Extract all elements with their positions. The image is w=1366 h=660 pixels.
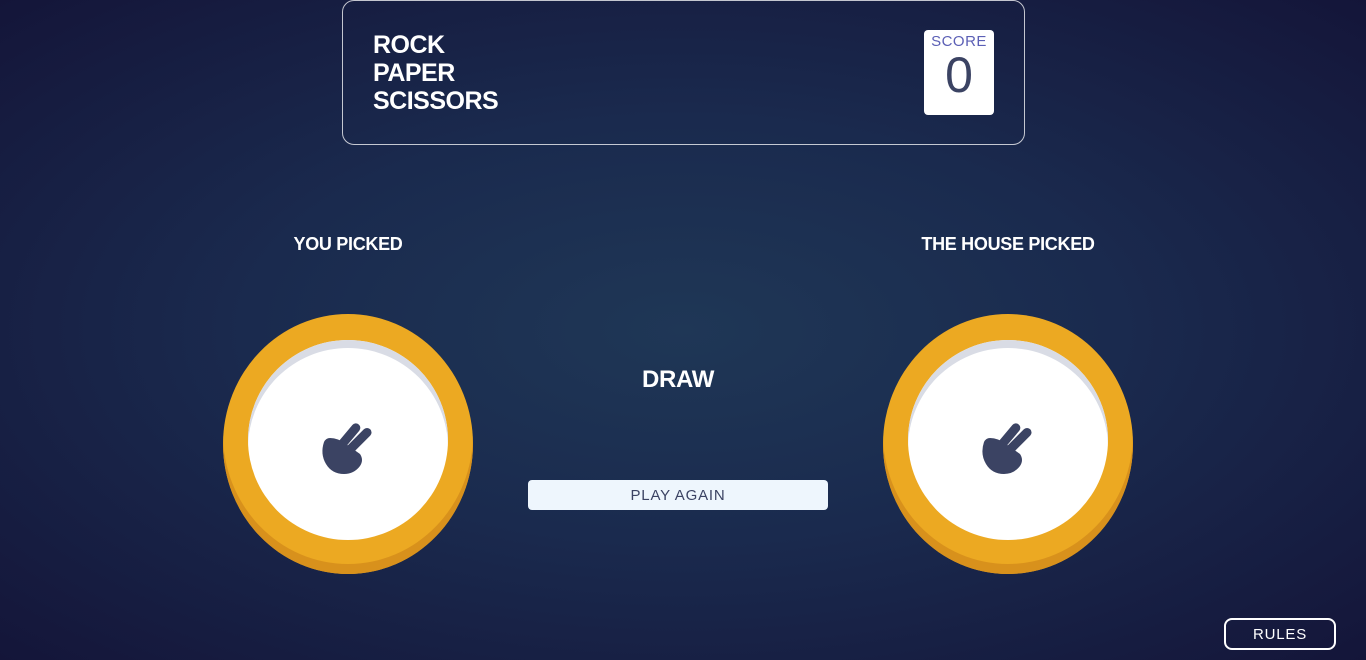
title-line-rock: ROCK [373, 31, 445, 59]
title-line-scissors: SCISSORS [373, 87, 499, 115]
game-header: ROCK PAPER SCISSORS SCORE 0 [342, 0, 1025, 145]
house-pick-token [883, 314, 1133, 574]
house-picked-label: THE HOUSE PICKED [921, 234, 1095, 254]
scissors-hand-icon [982, 423, 1032, 474]
scissors-hand-icon [322, 423, 372, 474]
game-title: ROCK PAPER SCISSORS [373, 31, 499, 115]
result-text: DRAW [641, 366, 715, 393]
you-picked-label: YOU PICKED [293, 234, 403, 254]
score-box: SCORE 0 [924, 30, 994, 115]
title-line-paper: PAPER [373, 59, 455, 87]
play-again-button[interactable]: PLAY AGAIN [528, 480, 828, 510]
player-pick-token [223, 314, 473, 574]
score-value: 0 [945, 47, 973, 103]
rules-button[interactable]: RULES [1224, 618, 1336, 650]
token-face [908, 340, 1108, 540]
token-face [248, 340, 448, 540]
